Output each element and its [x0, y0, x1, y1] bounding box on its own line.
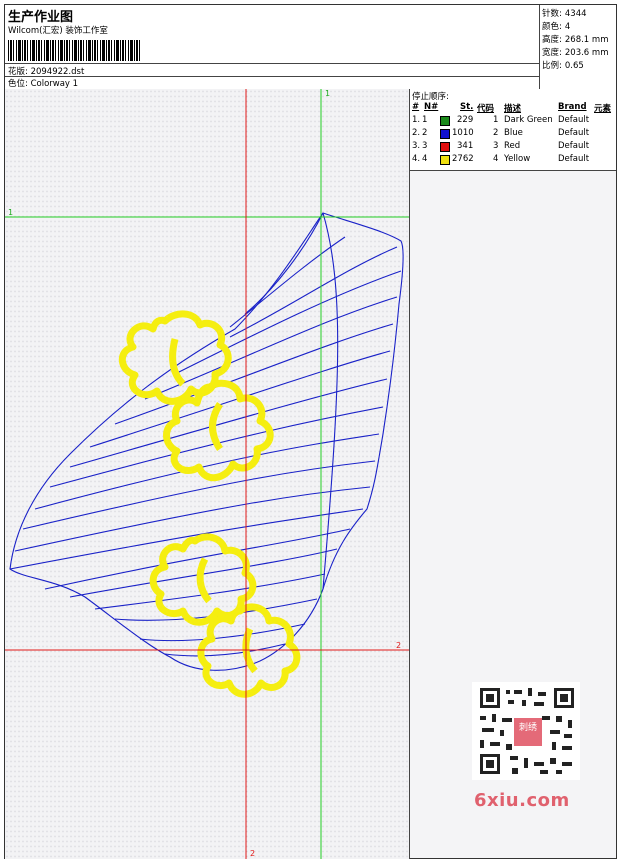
stats-panel: 针数: 4344 颜色: 4 高度: 268.1 mm 宽度: 203.6 mm 比例:…: [540, 5, 616, 90]
colorway-row: 色位: Colorway 1: [8, 77, 78, 89]
studio-subtitle: Wilcom(汇宏) 装饰工作室: [8, 26, 108, 36]
design-canvas[interactable]: 1 1 2 2: [5, 89, 410, 859]
green-h-marker: 1: [8, 208, 13, 217]
divider: [5, 76, 539, 77]
color-swatch: [440, 155, 450, 165]
green-v-marker: 1: [325, 89, 330, 98]
red-v-marker: 2: [250, 849, 255, 858]
legend-title: 停止顺序:: [412, 92, 449, 102]
divider: [5, 63, 539, 64]
color-swatch: [440, 142, 450, 152]
stitch-count: 针数: 4344: [542, 9, 587, 19]
legend-row: 4. 4 2762 4 Yellow Default: [412, 154, 590, 165]
legend-row: 3. 3 341 3 Red Default: [412, 141, 590, 152]
design-width: 宽度: 203.6 mm: [542, 48, 609, 58]
embroidery-preview: 1 1 2 2: [5, 89, 409, 859]
header-panel: 生产作业图 Wilcom(汇宏) 装饰工作室 花版: 2094922.dst 色…: [5, 5, 540, 90]
site-watermark: 6xiu.com: [474, 790, 570, 811]
col-num: #: [412, 102, 420, 112]
color-swatch: [440, 129, 450, 139]
color-swatch: [440, 116, 450, 126]
col-desc: 描述: [504, 104, 522, 114]
color-count: 颜色: 4: [542, 22, 571, 32]
qr-code: 刺绣: [472, 682, 580, 780]
page-title: 生产作业图: [8, 10, 74, 25]
col-brand: Brand: [558, 102, 587, 112]
col-element: 元素: [594, 104, 612, 114]
yellow-flower-motifs: [118, 310, 301, 698]
stop-sequence-legend: 停止顺序: # N# St. 代码 描述 Brand 元素 1. 1 229 1 D…: [410, 89, 616, 171]
col-n: N#: [424, 102, 439, 112]
colorway-value: Colorway 1: [30, 79, 79, 89]
legend-row: 2. 2 1010 2 Blue Default: [412, 128, 590, 139]
barcode: [8, 40, 142, 61]
col-st: St.: [460, 102, 474, 112]
red-h-marker: 2: [396, 641, 401, 650]
scale-ratio: 比例: 0.65: [542, 61, 584, 71]
qr-badge: 刺绣: [518, 723, 537, 733]
legend-row: 1. 1 229 1 Dark Green Default: [412, 115, 590, 126]
design-height: 高度: 268.1 mm: [542, 35, 609, 45]
col-code: 代码: [477, 104, 495, 114]
colorway-label: 色位:: [8, 79, 28, 89]
